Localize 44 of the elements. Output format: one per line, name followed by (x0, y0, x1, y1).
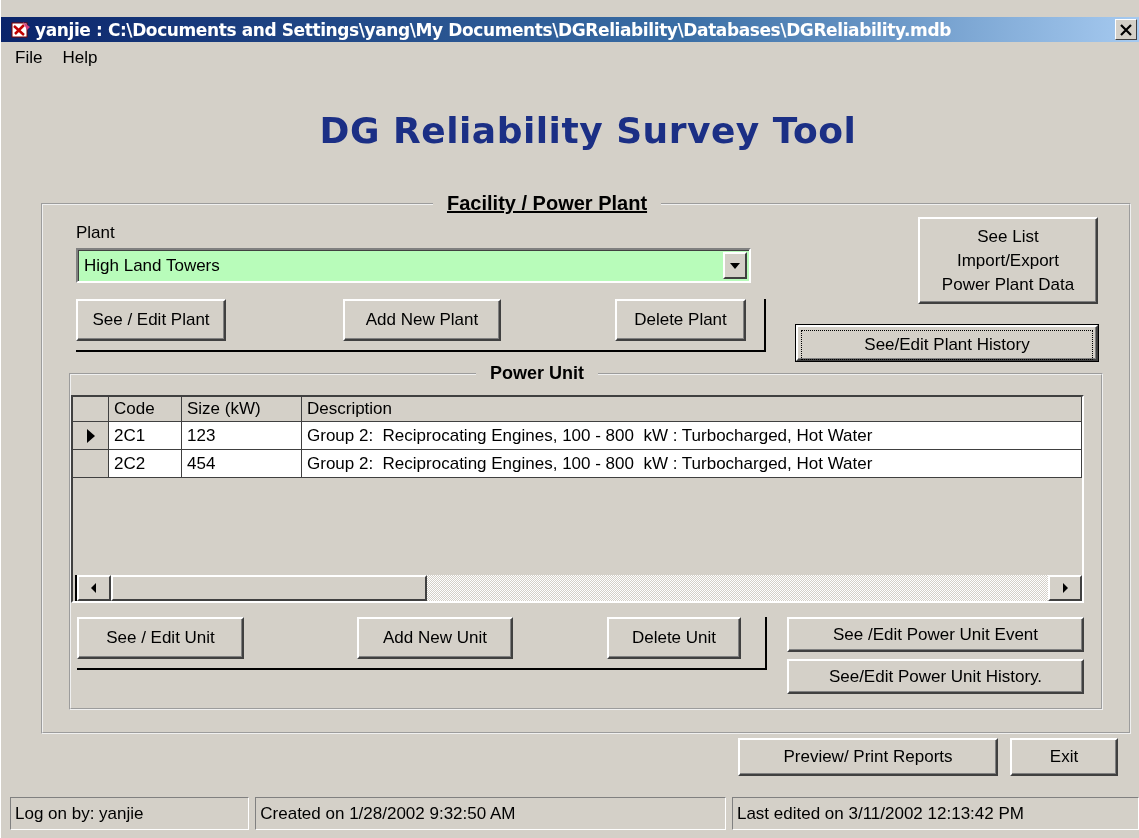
left-arrow-icon (90, 582, 98, 594)
window-title: yanjie : C:\Documents and Settings\yang\My Documents\DGReliability\Databases\DGReliability.mdb (35, 19, 952, 40)
table-cell: Group 2: Reciprocating Engines, 100 - 800 kW : Turbocharged, Hot Water (302, 450, 1082, 478)
see-list-button[interactable]: See List Import/Export Power Plant Data (918, 217, 1098, 304)
row-selector[interactable] (73, 422, 109, 450)
unit-button[interactable]: Add New Unit (357, 617, 513, 659)
table-cell: 2C2 (109, 450, 182, 478)
scroll-right-button[interactable] (1048, 575, 1082, 601)
row-selector[interactable] (73, 450, 109, 478)
horizontal-scrollbar[interactable] (75, 575, 1082, 601)
plant-label: Plant (76, 223, 115, 243)
table-cell: 2C1 (109, 422, 182, 450)
column-header: Size (kW) (182, 397, 302, 422)
plant-button[interactable]: Delete Plant (615, 299, 746, 341)
scroll-left-button[interactable] (77, 575, 111, 601)
frame-legend: Power Unit (476, 363, 598, 384)
table-cell: Group 2: Reciprocating Engines, 100 - 800 kW : Turbocharged, Hot Water (302, 422, 1082, 450)
unit-side-button[interactable]: See /Edit Power Unit Event (787, 617, 1084, 652)
plant-button[interactable]: Add New Plant (343, 299, 501, 341)
app-icon (11, 20, 31, 39)
table-cell: 123 (182, 422, 302, 450)
plant-button[interactable]: See / Edit Plant (76, 299, 226, 341)
unit-button[interactable]: See / Edit Unit (77, 617, 244, 659)
table-cell: 454 (182, 450, 302, 478)
unit-button[interactable]: Delete Unit (607, 617, 741, 659)
scroll-thumb[interactable] (111, 575, 427, 601)
close-button[interactable] (1115, 19, 1137, 40)
footer-button[interactable]: Preview/ Print Reports (738, 738, 998, 776)
status-panel: Log on by: yanjie (10, 797, 250, 830)
status-panel: Created on 1/28/2002 9:32:50 AM (255, 797, 726, 830)
status-panel: Last edited on 3/11/2002 12:13:42 PM (731, 797, 1139, 830)
column-header: Description (302, 397, 1082, 422)
current-row-icon (85, 427, 96, 444)
close-icon (1120, 23, 1132, 36)
plant-dropdown[interactable]: High Land Towers (76, 248, 751, 283)
menu-item[interactable]: File (7, 46, 51, 70)
unit-side-button[interactable]: See/Edit Power Unit History. (787, 659, 1084, 694)
footer-button[interactable]: Exit (1010, 738, 1118, 776)
right-arrow-icon (1061, 582, 1069, 594)
app-title: DG Reliability Survey Tool (319, 110, 857, 152)
menu-item[interactable]: Help (54, 46, 106, 70)
frame-legend: Facility / Power Plant (433, 192, 662, 215)
column-header: Code (109, 397, 182, 422)
plant-history-button[interactable]: See/Edit Plant History (796, 325, 1098, 361)
